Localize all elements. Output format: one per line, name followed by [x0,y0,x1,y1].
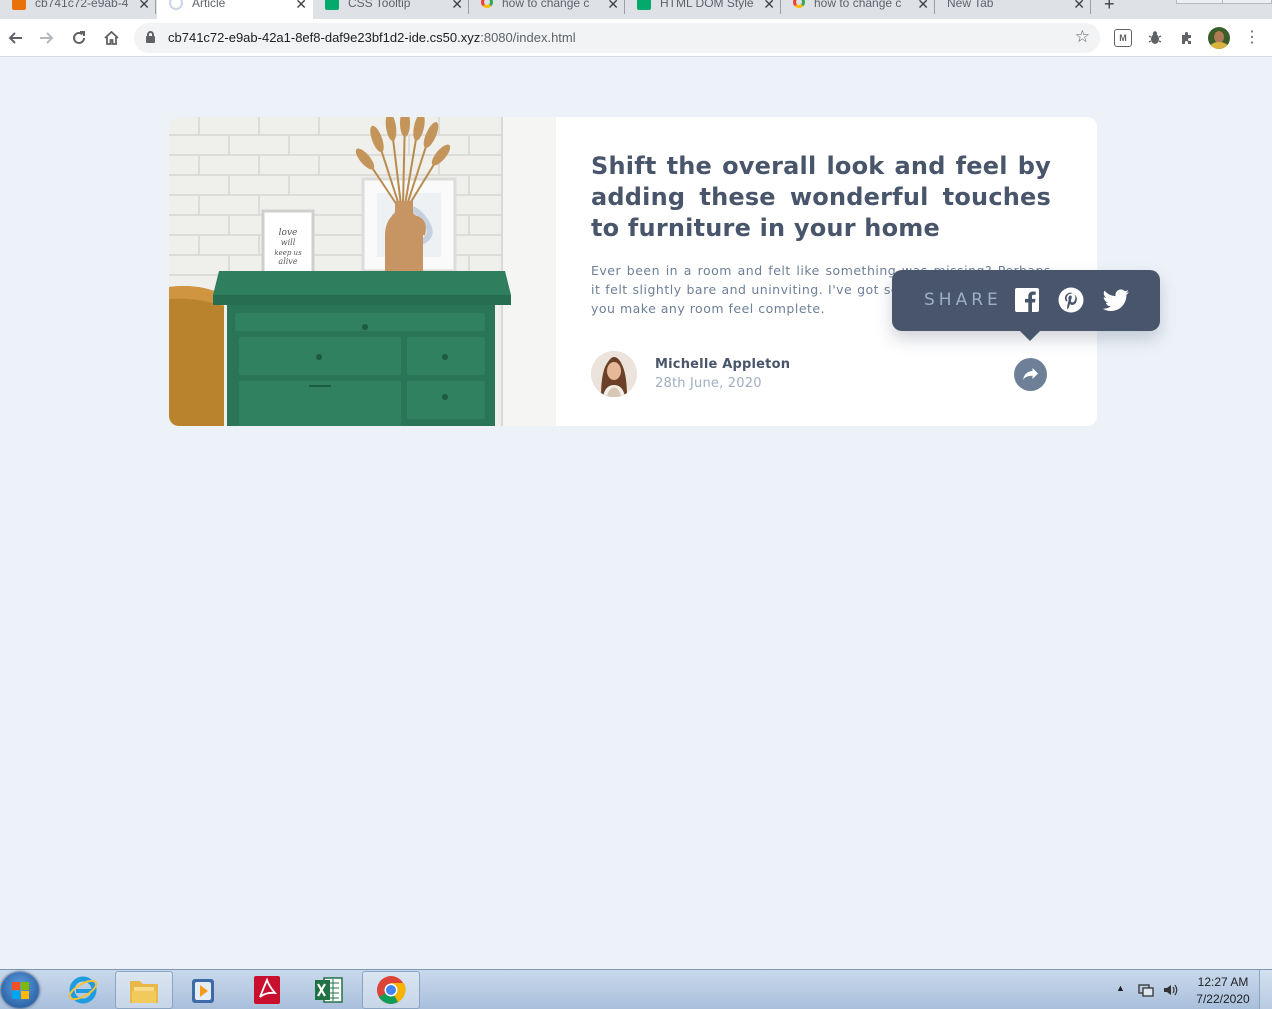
start-button[interactable] [1,972,39,1008]
windows-logo-icon [12,982,20,990]
w3schools-icon [637,0,651,10]
close-tab-icon[interactable]: ✕ [451,0,463,13]
share-button[interactable] [1014,358,1047,391]
google-icon [793,0,805,8]
address-bar[interactable]: cb741c72-e9ab-42a1-8ef8-daf9e23bf1d2-ide… [134,23,1100,53]
taskbar-file-explorer[interactable] [115,971,173,1009]
windows-logo-pane [12,991,20,999]
media-player-icon [192,979,214,1003]
internet-explorer-icon [68,976,98,1004]
bookmark-star-icon[interactable]: ☆ [1075,27,1090,47]
svg-text:love: love [279,228,298,238]
close-tab-icon[interactable]: ✕ [917,0,929,13]
arrow-right-icon [40,32,54,44]
tab-title: HTML DOM Style [660,0,754,10]
arrow-left-icon [8,32,22,44]
tab-title: Article [192,0,226,10]
svg-text:keep us: keep us [274,249,302,257]
system-clock[interactable]: 12:27 AM 7/22/2020 [1188,974,1258,1008]
close-tab-icon[interactable]: ✕ [1073,0,1085,13]
taskbar-media-player[interactable] [175,971,233,1009]
tab-new-tab[interactable]: New Tab ✕ [935,0,1091,19]
tab-article[interactable]: Article ✕ [157,0,313,19]
close-tab-icon[interactable]: ✕ [763,0,775,13]
bug-extension-icon[interactable] [1146,29,1164,47]
google-icon [481,0,493,8]
maximize-button[interactable] [1222,0,1272,4]
author-name: Michelle Appleton [655,357,791,372]
show-hidden-icons[interactable]: ▲ [1116,983,1125,993]
share-label: SHARE [924,290,1002,310]
extensions-puzzle-icon[interactable] [1178,29,1196,47]
taskbar-internet-explorer[interactable] [54,971,112,1009]
pinterest-icon[interactable] [1058,287,1084,313]
tab-google-search-2[interactable]: how to change c ✕ [781,0,935,19]
clock-time: 12:27 AM [1197,975,1249,989]
drawers-illustration: love will keep us alive [169,117,556,426]
excel-icon [315,977,343,1003]
facebook-icon[interactable] [1014,287,1040,313]
share-tooltip: SHARE [892,270,1160,341]
reload-button[interactable] [68,27,90,49]
clock-date: 7/22/2020 [1196,992,1250,1006]
tab-title: how to change c [502,0,590,10]
tab-separator [155,0,156,14]
volume-icon[interactable] [1162,982,1178,998]
profile-avatar[interactable] [1208,27,1230,49]
article-icon [169,0,183,10]
home-button[interactable] [100,27,122,49]
back-button[interactable] [4,27,26,49]
tab-google-search-1[interactable]: how to change c ✕ [469,0,625,19]
twitter-icon[interactable] [1102,287,1130,313]
tab-cs50-ide[interactable]: cb741c72-e9ab-4 ✕ [0,0,156,19]
taskbar-adobe-reader[interactable] [238,971,296,1009]
url-text[interactable]: cb741c72-e9ab-42a1-8ef8-daf9e23bf1d2-ide… [168,30,576,45]
w3schools-icon [325,0,339,10]
close-tab-icon[interactable]: ✕ [607,0,619,13]
tab-title: cb741c72-e9ab-4 [35,0,129,10]
taskbar: ▲ 12:27 AM 7/22/2020 [0,969,1272,1009]
chrome-icon [377,976,406,1004]
adobe-reader-icon [254,976,280,1004]
new-tab-button[interactable]: + [1104,0,1115,15]
minimize-button[interactable] [1176,0,1226,4]
taskbar-excel[interactable] [300,971,358,1009]
box-icon [12,0,26,10]
svg-text:alive: alive [278,257,297,266]
svg-text:will: will [281,238,296,247]
tab-title: New Tab [947,0,994,10]
article-image: love will keep us alive [169,117,556,426]
author-portrait [591,351,637,397]
windows-logo-pane [21,991,29,999]
folder-icon [130,981,158,1003]
share-arrow-icon [1023,368,1038,380]
url-host: cb741c72-e9ab-42a1-8ef8-daf9e23bf1d2-ide… [168,30,481,45]
tab-title: CSS Tooltip [348,0,411,10]
browser-menu-icon[interactable]: ⋮ [1244,27,1260,49]
show-desktop-button[interactable] [1259,970,1272,1009]
tab-css-tooltip[interactable]: CSS Tooltip ✕ [313,0,469,19]
publish-date: 28th June, 2020 [655,376,762,391]
home-icon [103,30,119,45]
forward-button[interactable] [36,27,58,49]
article-headline: Shift the overall look and feel by addin… [591,152,1051,242]
url-path: :8080/index.html [480,30,576,45]
tab-title: how to change c [814,0,902,10]
browser-toolbar: cb741c72-e9ab-42a1-8ef8-daf9e23bf1d2-ide… [0,19,1272,57]
extension-m-icon[interactable]: M [1114,29,1132,47]
close-tab-icon[interactable]: ✕ [138,0,150,13]
author-avatar [591,351,637,397]
tab-strip: cb741c72-e9ab-4 ✕ Article ✕ CSS Tooltip … [0,0,1272,19]
reload-icon [73,31,85,44]
network-icon[interactable] [1138,982,1154,998]
lock-icon [146,31,155,43]
tab-html-dom-style[interactable]: HTML DOM Style ✕ [625,0,781,19]
close-tab-icon[interactable]: ✕ [295,0,307,13]
windows-logo-pane [21,982,29,990]
tab-separator [1090,0,1091,14]
taskbar-chrome[interactable] [362,971,420,1009]
